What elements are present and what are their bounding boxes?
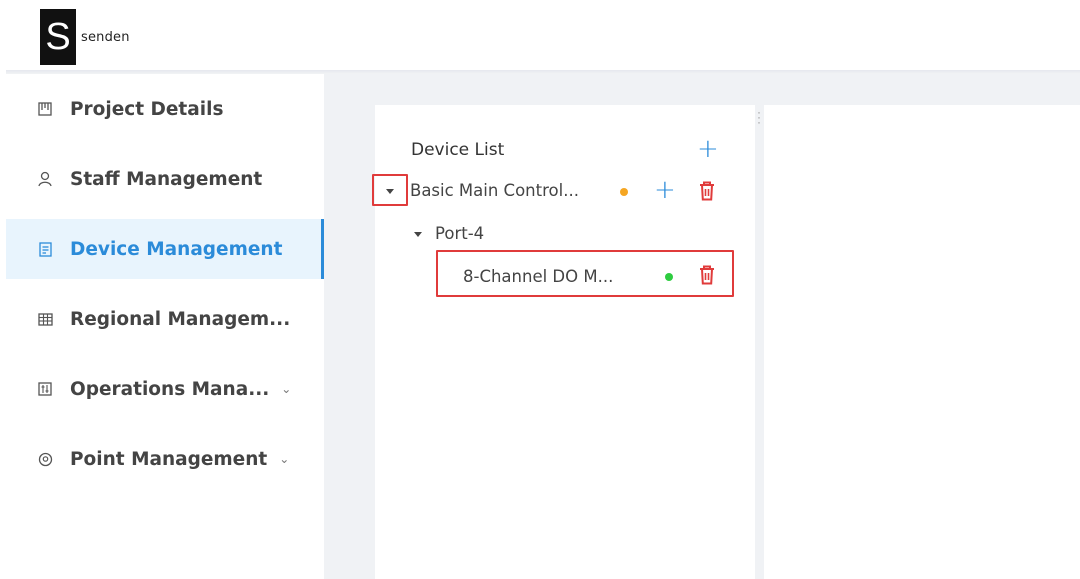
sidebar-item-device-management[interactable]: Device Management (6, 219, 324, 279)
sidebar-item-label: Device Management (70, 238, 283, 260)
sidebar-item-point-management[interactable]: Point Management ⌄ (6, 429, 324, 489)
panel-resize-handle[interactable]: · · · (757, 106, 761, 130)
logo-mark: S (40, 9, 76, 65)
sidebar-item-staff-management[interactable]: Staff Management (6, 149, 324, 209)
tree-node-port-label[interactable]: Port-4 (435, 224, 484, 243)
sidebar-item-label: Regional Managem... (70, 308, 291, 330)
caret-down-icon[interactable] (414, 232, 422, 237)
sidebar-item-label: Project Details (70, 98, 224, 120)
sidebar: Project Details Staff Management Device … (6, 74, 324, 579)
device-list-panel (375, 105, 755, 579)
sidebar-item-operations-management[interactable]: Operations Mana... ⌄ (6, 359, 324, 419)
status-dot-online (665, 273, 673, 281)
user-icon (36, 170, 54, 188)
sidebar-item-regional-management[interactable]: Regional Managem... (6, 289, 324, 349)
delete-icon[interactable] (699, 181, 715, 201)
caret-down-icon[interactable] (386, 189, 394, 194)
sidebar-item-label: Operations Mana... (70, 378, 270, 400)
top-header: S senden (0, 0, 1080, 72)
device-detail-panel (764, 105, 1080, 579)
project-details-icon (36, 100, 54, 118)
device-icon (36, 240, 54, 258)
tree-node-root-label[interactable]: Basic Main Control... (410, 181, 579, 200)
location-pin-icon (36, 450, 54, 468)
tree-node-child-label[interactable]: 8-Channel DO M... (463, 267, 613, 286)
logo-text: senden (81, 29, 130, 45)
chevron-down-icon: ⌄ (281, 382, 292, 396)
sidebar-item-project-details[interactable]: Project Details (6, 79, 324, 139)
sidebar-item-label: Staff Management (70, 168, 263, 190)
brand-logo[interactable]: S senden (40, 9, 152, 65)
device-list-title: Device List (411, 140, 505, 160)
sidebar-item-label: Point Management (70, 448, 268, 470)
grid-icon (36, 310, 54, 328)
delete-icon[interactable] (699, 265, 715, 285)
add-device-button[interactable]: + (697, 136, 719, 162)
chevron-down-icon: ⌄ (279, 452, 290, 466)
sliders-icon (36, 380, 54, 398)
status-dot-warning (620, 188, 628, 196)
add-port-button[interactable]: + (654, 177, 676, 203)
